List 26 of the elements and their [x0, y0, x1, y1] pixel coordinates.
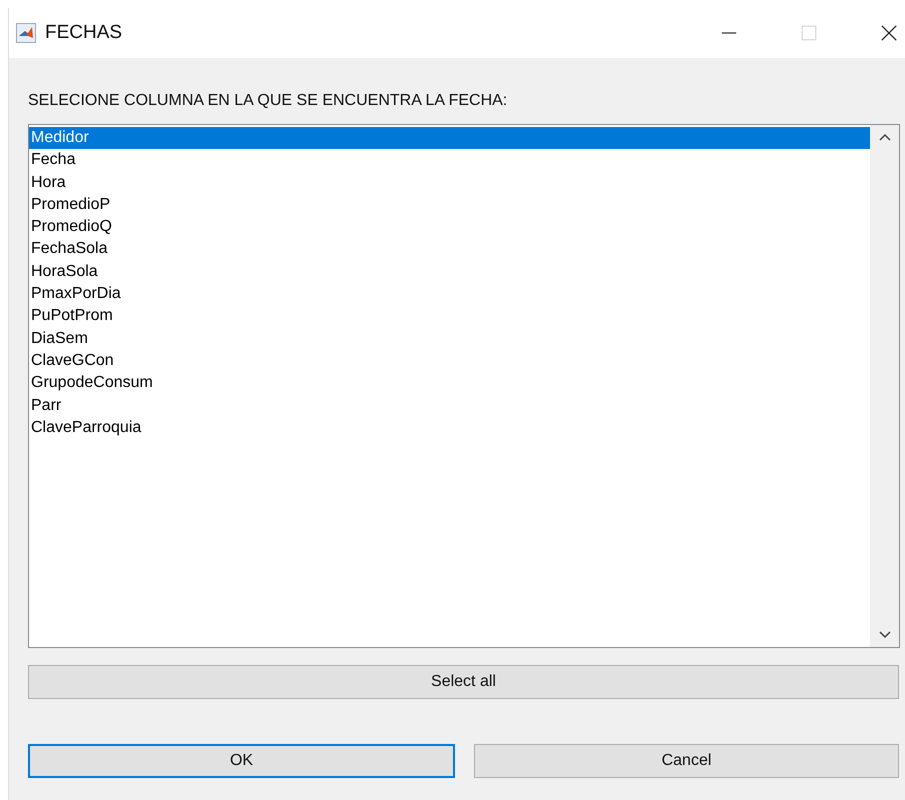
maximize-icon [800, 24, 818, 42]
list-item[interactable]: PuPotProm [29, 305, 870, 328]
scrollbar[interactable] [870, 125, 899, 647]
list-item[interactable]: HoraSola [29, 260, 870, 284]
list-item[interactable]: Medidor [29, 127, 870, 150]
prompt-label: SELECIONE COLUMNA EN LA QUE SE ENCUENTRA LA FECHA: [28, 92, 508, 111]
list-item[interactable]: Parr [29, 394, 870, 417]
window-title: FECHAS [45, 22, 122, 44]
app-logo-icon [16, 23, 36, 43]
close-icon[interactable] [880, 24, 898, 42]
scroll-up-icon[interactable] [878, 133, 890, 141]
list-item[interactable]: PmaxPorDia [29, 283, 870, 306]
list-item[interactable]: Hora [29, 172, 870, 194]
list-item[interactable]: ClaveGCon [29, 350, 870, 372]
list-item[interactable]: PromedioP [29, 194, 870, 216]
column-list[interactable]: Medidor Fecha Hora PromedioP PromedioQ FechaSola HoraSola PmaxPorDia PuPotProm DiaSem ClaveGCon GrupodeConsum Parr ClaveParroquia [28, 124, 900, 648]
select-all-button[interactable]: Select all [28, 665, 899, 699]
list-item[interactable]: DiaSem [29, 328, 870, 350]
list-item[interactable]: FechaSola [29, 238, 870, 261]
list-item[interactable]: ClaveParroquia [29, 416, 870, 440]
list-item[interactable]: GrupodeConsum [29, 372, 870, 395]
ok-button[interactable]: OK [28, 744, 455, 778]
list-item[interactable]: PromedioQ [29, 216, 870, 238]
cancel-button[interactable]: Cancel [474, 744, 899, 778]
list-item[interactable]: Fecha [29, 149, 870, 172]
scroll-down-icon[interactable] [878, 631, 890, 639]
